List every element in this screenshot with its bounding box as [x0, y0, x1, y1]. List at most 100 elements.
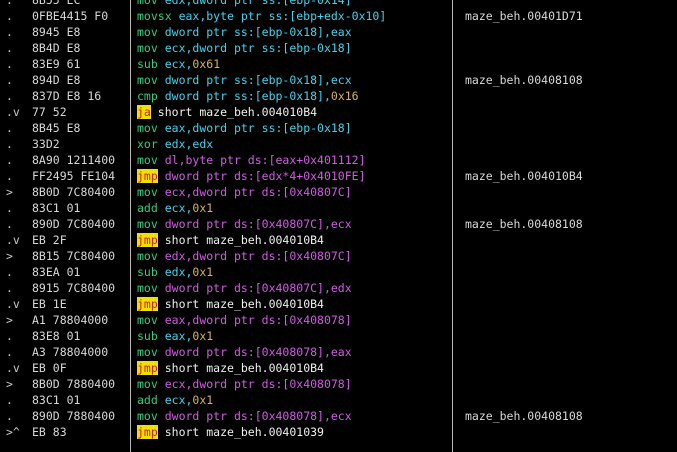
column-separator-bytes[interactable]: [130, 0, 131, 452]
mnemonic: add: [137, 393, 158, 407]
hex-bytes: 8B0D 7880400: [32, 377, 116, 391]
instruction: mov dword ptr ss:[ebp-0x18],eax: [137, 24, 352, 40]
instruction: jmp short maze_beh.00401039: [137, 424, 324, 440]
jump-marker: .: [6, 393, 13, 407]
jump-marker: >: [6, 249, 13, 263]
jump-marker: .: [6, 265, 13, 279]
jump-marker: .: [6, 329, 13, 343]
operand: short maze_beh.004010B4: [164, 233, 324, 247]
disasm-row[interactable]: . 8B4D E8 mov ecx,dword ptr ss:[ebp-0x18]: [0, 40, 677, 56]
mnemonic: mov: [137, 217, 158, 231]
disasm-row[interactable]: > A1 78804000 mov eax,dword ptr ds:[0x4080…: [0, 312, 677, 328]
disasm-row[interactable]: . 837D E8 16 cmp dword ptr ss:[ebp-0x18],0…: [0, 88, 677, 104]
jump-marker: .: [6, 345, 13, 359]
instruction: xor edx,edx: [137, 136, 213, 152]
mnemonic: mov: [137, 377, 158, 391]
disasm-row[interactable]: >8B0D 7C80400 mov ecx,dword ptr ds:[0x408…: [0, 184, 677, 200]
immediate-value: 0x61: [192, 57, 221, 71]
mnemonic: sub: [137, 329, 158, 343]
operand: dword ptr ss:[ebp-0x18],: [164, 89, 331, 103]
disasm-row[interactable]: . 8915 7C80400 mov dword ptr ds:[0x40807C]…: [0, 280, 677, 296]
disasm-row[interactable]: . 83C1 01 add ecx,0x1: [0, 200, 677, 216]
mnemonic: jmp: [137, 169, 158, 183]
disasm-row[interactable]: . 8A90 1211400 mov dl,byte ptr ds:[eax+0x4…: [0, 152, 677, 168]
jump-marker: .: [6, 41, 13, 55]
disasm-row[interactable]: . 8B55 EC mov edx,dword ptr ss:[ebp-0x14]: [0, 0, 677, 8]
disasm-row[interactable]: >8B0D 7880400 mov ecx,dword ptr ds:[0x408…: [0, 376, 677, 392]
disasm-row[interactable]: .v 77 52 ja short maze_beh.004010B4: [0, 104, 677, 120]
disasm-row[interactable]: . 894D E8 mov dword ptr ss:[ebp-0x18],ecx m…: [0, 72, 677, 88]
mnemonic: mov: [137, 409, 158, 423]
jump-marker: .: [6, 9, 13, 23]
immediate-value: 0x16: [330, 89, 359, 103]
jump-marker: >^: [6, 425, 20, 439]
operand: ecx,: [164, 57, 193, 71]
disasm-row[interactable]: . FF2495 FE104 jmp dword ptr ds:[edx*4+0x4…: [0, 168, 677, 184]
disassembly-listing: . 8B55 EC mov edx,dword ptr ss:[ebp-0x14].…: [0, 0, 677, 440]
mnemonic: movsx: [137, 9, 172, 23]
mnemonic: mov: [137, 153, 158, 167]
disasm-row[interactable]: . 890D 7C80400 mov dword ptr ds:[0x40807C]…: [0, 216, 677, 232]
disasm-row[interactable]: >8B15 7C80400 mov edx,dword ptr ds:[0x408…: [0, 248, 677, 264]
comment: maze_beh.00401D71: [465, 9, 583, 23]
instruction: mov dword ptr ds:[0x40807C],edx: [137, 280, 352, 296]
disasm-row[interactable]: . 83EA 01 sub edx,0x1: [0, 264, 677, 280]
jump-marker: .: [6, 25, 13, 39]
hex-bytes: 83C1 01: [32, 201, 81, 215]
hex-bytes: 83E8 01: [32, 329, 81, 343]
hex-bytes: 890D 7880400: [32, 409, 116, 423]
operand: edx,dword ptr ss:[ebp-0x14]: [164, 0, 352, 7]
disasm-row[interactable]: . A3 78804000 mov dword ptr ds:[0x408078],…: [0, 344, 677, 360]
operand: dword ptr ds:[0x408078],ecx: [164, 409, 352, 423]
mnemonic: mov: [137, 249, 158, 263]
mnemonic: jmp: [137, 297, 158, 311]
operand: edx,edx: [164, 137, 214, 151]
instruction: mov dword ptr ss:[ebp-0x18],ecx: [137, 72, 352, 88]
operand: edx,: [164, 265, 193, 279]
hex-bytes: 890D 7C80400: [32, 217, 116, 231]
instruction: jmp short maze_beh.004010B4: [137, 360, 324, 376]
disasm-row[interactable]: . 890D 7880400 mov dword ptr ds:[0x408078]…: [0, 408, 677, 424]
instruction: mov ecx,dword ptr ss:[ebp-0x18]: [137, 40, 352, 56]
hex-bytes: EB 2F: [32, 233, 67, 247]
disasm-row[interactable]: .v EB 0F jmp short maze_beh.004010B4: [0, 360, 677, 376]
disasm-row[interactable]: . 8945 E8 mov dword ptr ss:[ebp-0x18],eax: [0, 24, 677, 40]
mnemonic: mov: [137, 41, 158, 55]
mnemonic: jmp: [137, 361, 158, 375]
jump-marker: >: [6, 185, 13, 199]
disasm-row[interactable]: . 83C1 01 add ecx,0x1: [0, 392, 677, 408]
operand: ecx,: [164, 201, 193, 215]
operand: short maze_beh.004010B4: [164, 361, 324, 375]
operand: eax,dword ptr ds:[0x408078]: [164, 313, 352, 327]
jump-marker: .: [6, 121, 13, 135]
operand: eax,: [164, 329, 193, 343]
operand: ecx,: [164, 393, 193, 407]
disasm-row[interactable]: . 8B45 E8 mov eax,dword ptr ss:[ebp-0x18]: [0, 120, 677, 136]
instruction: mov eax,dword ptr ss:[ebp-0x18]: [137, 120, 352, 136]
comment: maze_beh.004010B4: [465, 169, 583, 183]
jump-marker: .: [6, 201, 13, 215]
operand: dword ptr ds:[0x40807C],edx: [164, 281, 352, 295]
disasm-row[interactable]: . 83E8 01 sub eax,0x1: [0, 328, 677, 344]
disasm-row[interactable]: >^ EB 83 jmp short maze_beh.00401039: [0, 424, 677, 440]
operand: dword ptr ss:[ebp-0x18],ecx: [164, 73, 352, 87]
disasm-row[interactable]: .v EB 2F jmp short maze_beh.004010B4: [0, 232, 677, 248]
hex-bytes: EB 1E: [32, 297, 67, 311]
jump-marker: .v: [6, 297, 20, 311]
disasm-row[interactable]: . 0FBE4415 F0 movsx eax,byte ptr ss:[ebp+e…: [0, 8, 677, 24]
mnemonic: mov: [137, 0, 158, 7]
disasm-row[interactable]: .v EB 1E jmp short maze_beh.004010B4: [0, 296, 677, 312]
jump-marker: >: [6, 313, 13, 327]
instruction: mov eax,dword ptr ds:[0x408078]: [137, 312, 352, 328]
instruction: jmp short maze_beh.004010B4: [137, 296, 324, 312]
hex-bytes: EB 83: [32, 425, 67, 439]
disasm-row[interactable]: . 33D2 xor edx,edx: [0, 136, 677, 152]
operand: edx,dword ptr ds:[0x40807C]: [164, 249, 352, 263]
hex-bytes: 8B55 EC: [32, 0, 81, 7]
operand: eax,dword ptr ss:[ebp-0x18]: [164, 121, 352, 135]
operand: dl,byte ptr ds:[eax+0x401112]: [164, 153, 366, 167]
disasm-row[interactable]: . 83E9 61 sub ecx,0x61: [0, 56, 677, 72]
comment: maze_beh.00408108: [465, 73, 583, 87]
column-separator-comment[interactable]: [452, 0, 453, 452]
mnemonic: cmp: [137, 89, 158, 103]
